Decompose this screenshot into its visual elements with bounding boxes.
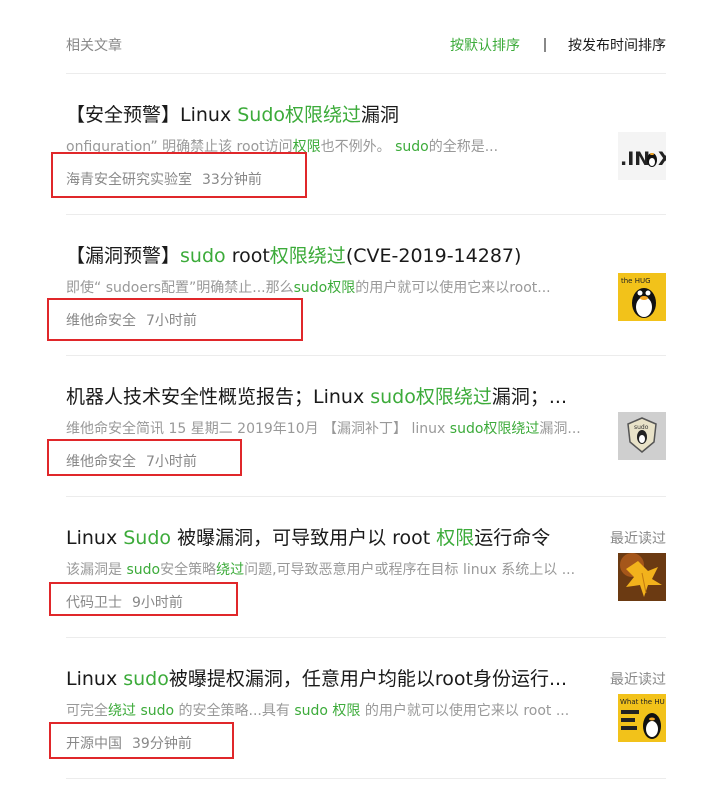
highlight-annotation-box [49, 722, 234, 759]
article-title[interactable]: Linux Sudo 被曝漏洞，可导致用户以 root 权限运行命令 [66, 523, 596, 550]
article-snippet: 该漏洞是 sudo安全策略绕过问题,可导致恶意用户或程序在目标 linux 系统… [66, 562, 576, 578]
article-title[interactable]: 【安全预警】Linux Sudo权限绕过漏洞 [66, 100, 646, 127]
article-title[interactable]: Linux sudo被曝提权漏洞，任意用户均能以root身份运行... [66, 664, 596, 691]
linux-logo-thumbnail[interactable]: .IN X [618, 132, 666, 180]
article-snippet: 可完全绕过 sudo 的安全策略...具有 sudo 权限 的用户就可以使用它来… [66, 703, 570, 719]
article-item[interactable]: Linux Sudo 被曝漏洞，可导致用户以 root 权限运行命令 最近读过 … [66, 497, 666, 638]
svg-text:sudo: sudo [634, 424, 649, 431]
svg-text:X: X [658, 148, 666, 170]
highlight-annotation-box [47, 439, 242, 476]
autumn-leaf-thumbnail[interactable] [618, 553, 666, 601]
article-snippet: 即使“ sudoers配置”明确禁止...那么sudo权限的用户就可以使用它来以… [66, 280, 551, 296]
svg-text:the HUG: the HUG [621, 277, 651, 285]
article-title[interactable]: 机器人技术安全性概览报告；Linux sudo权限绕过漏洞；... [66, 382, 596, 409]
highlight-annotation-box [47, 298, 303, 341]
sort-options: 按默认排序 按发布时间排序 [450, 35, 666, 55]
article-snippet: 维他命安全简讯 15 星期二 2019年10月 【漏洞补丁】 linux sud… [66, 421, 581, 437]
svg-text:What the HU: What the HU [620, 698, 665, 706]
tux-penguin-thumbnail[interactable]: the HUG [618, 273, 666, 321]
svg-text:.IN: .IN [620, 148, 650, 170]
meme-tux-thumbnail[interactable]: What the HU [618, 694, 666, 742]
section-title: 相关文章 [66, 38, 122, 54]
sudo-badge-thumbnail[interactable]: sudo [618, 412, 666, 460]
related-articles-header: 相关文章 按默认排序 按发布时间排序 [66, 0, 666, 74]
article-title[interactable]: 【漏洞预警】sudo root权限绕过(CVE-2019-14287) [66, 241, 646, 268]
sort-by-time-link[interactable]: 按发布时间排序 [568, 35, 666, 55]
highlight-annotation-box [51, 152, 307, 198]
sort-default-link[interactable]: 按默认排序 [450, 35, 520, 55]
highlight-annotation-box [49, 582, 238, 616]
sort-divider [544, 38, 546, 52]
recently-read-label: 最近读过 [610, 531, 666, 547]
recently-read-label: 最近读过 [610, 672, 666, 688]
